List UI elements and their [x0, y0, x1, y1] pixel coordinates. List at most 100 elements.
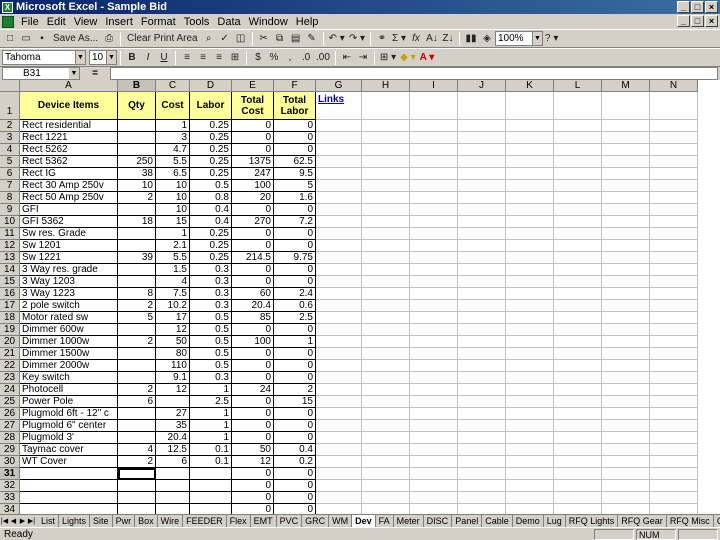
cell-f4[interactable]: 0: [274, 144, 316, 156]
empty-cell[interactable]: [316, 276, 362, 288]
cell-a10[interactable]: GFI 5362: [20, 216, 118, 228]
empty-cell[interactable]: [362, 228, 410, 240]
empty-cell[interactable]: [602, 372, 650, 384]
empty-cell[interactable]: [602, 396, 650, 408]
cell-a21[interactable]: Dimmer 1500w: [20, 348, 118, 360]
empty-cell[interactable]: [316, 468, 362, 480]
sort-descending-icon[interactable]: Z↓: [440, 31, 456, 47]
cell-c6[interactable]: 6.5: [156, 168, 190, 180]
empty-cell[interactable]: [410, 252, 458, 264]
cell-a3[interactable]: Rect 1221: [20, 132, 118, 144]
cell-d24[interactable]: 1: [190, 384, 232, 396]
cell-e31[interactable]: 0: [232, 468, 274, 480]
cell-f2[interactable]: 0: [274, 120, 316, 132]
cell-e5[interactable]: 1375: [232, 156, 274, 168]
empty-cell[interactable]: [650, 360, 698, 372]
empty-cell[interactable]: [554, 216, 602, 228]
empty-cell[interactable]: [362, 312, 410, 324]
cell-d18[interactable]: 0.5: [190, 312, 232, 324]
cell-e11[interactable]: 0: [232, 228, 274, 240]
empty-cell[interactable]: [316, 456, 362, 468]
cell-e7[interactable]: 100: [232, 180, 274, 192]
empty-cell[interactable]: [458, 240, 506, 252]
header-cell-a[interactable]: Device Items: [20, 92, 118, 120]
empty-cell[interactable]: [554, 456, 602, 468]
doc-restore-button[interactable]: □: [691, 15, 704, 27]
empty-cell[interactable]: [458, 420, 506, 432]
cell-d30[interactable]: 0.1: [190, 456, 232, 468]
cell-a11[interactable]: Sw res. Grade: [20, 228, 118, 240]
sheet-tab-rfq-misc[interactable]: RFQ Misc: [667, 515, 714, 527]
cell-a8[interactable]: Rect 50 Amp 250v: [20, 192, 118, 204]
paste-icon[interactable]: ▤: [288, 31, 304, 47]
maximize-button[interactable]: □: [691, 1, 704, 13]
sheet-tab-meter[interactable]: Meter: [394, 515, 424, 527]
empty-cell[interactable]: [602, 348, 650, 360]
menu-insert[interactable]: Insert: [101, 16, 137, 28]
empty-cell[interactable]: [602, 264, 650, 276]
column-header-c[interactable]: C: [156, 80, 190, 92]
row-header-31[interactable]: 31: [0, 468, 20, 480]
empty-cell[interactable]: [506, 168, 554, 180]
empty-cell[interactable]: [554, 384, 602, 396]
cell-b16[interactable]: 8: [118, 288, 156, 300]
menu-view[interactable]: View: [70, 16, 102, 28]
sheet-tab-rfq-gear[interactable]: RFQ Gear: [618, 515, 667, 527]
cell-a24[interactable]: Photocell: [20, 384, 118, 396]
cell-a6[interactable]: Rect IG: [20, 168, 118, 180]
cell-f10[interactable]: 7.2: [274, 216, 316, 228]
sheet-tab-site[interactable]: Site: [90, 515, 113, 527]
links-link[interactable]: Links: [318, 94, 344, 105]
cell-c31[interactable]: [156, 468, 190, 480]
empty-cell[interactable]: [362, 432, 410, 444]
sheet-tab-emt[interactable]: EMT: [251, 515, 277, 527]
empty-cell[interactable]: [602, 276, 650, 288]
empty-cell[interactable]: [650, 144, 698, 156]
underline-icon[interactable]: U: [156, 50, 172, 66]
empty-cell[interactable]: [458, 228, 506, 240]
cell-f18[interactable]: 2.5: [274, 312, 316, 324]
column-header-d[interactable]: D: [190, 80, 232, 92]
next-sheet-icon[interactable]: ▶: [18, 516, 27, 527]
hyperlink-icon[interactable]: ⚭: [374, 31, 390, 47]
formula-input[interactable]: [110, 66, 718, 80]
empty-cell[interactable]: [602, 360, 650, 372]
cell-f16[interactable]: 2.4: [274, 288, 316, 300]
cell-d6[interactable]: 0.25: [190, 168, 232, 180]
empty-cell[interactable]: [410, 468, 458, 480]
cell-c2[interactable]: 1: [156, 120, 190, 132]
empty-cell[interactable]: [362, 444, 410, 456]
cell-b20[interactable]: 2: [118, 336, 156, 348]
empty-cell[interactable]: [506, 132, 554, 144]
empty-cell[interactable]: [650, 384, 698, 396]
cell-d31[interactable]: [190, 468, 232, 480]
cell-d17[interactable]: 0.3: [190, 300, 232, 312]
increase-decimal-icon[interactable]: .0: [298, 50, 314, 66]
empty-cell[interactable]: [458, 480, 506, 492]
empty-cell[interactable]: [410, 408, 458, 420]
empty-cell[interactable]: [362, 192, 410, 204]
empty-cell[interactable]: [602, 312, 650, 324]
empty-cell[interactable]: [316, 492, 362, 504]
cell-c13[interactable]: 5.5: [156, 252, 190, 264]
empty-cell[interactable]: [410, 324, 458, 336]
row-header-34[interactable]: 34: [0, 504, 20, 514]
cell-b11[interactable]: [118, 228, 156, 240]
cell-c27[interactable]: 35: [156, 420, 190, 432]
empty-cell[interactable]: [506, 180, 554, 192]
italic-icon[interactable]: I: [140, 50, 156, 66]
cell-f31[interactable]: 0: [274, 468, 316, 480]
empty-cell[interactable]: [650, 156, 698, 168]
cell-b27[interactable]: [118, 420, 156, 432]
menu-window[interactable]: Window: [245, 16, 292, 28]
empty-cell[interactable]: [650, 324, 698, 336]
empty-cell[interactable]: [650, 492, 698, 504]
empty-cell[interactable]: [410, 444, 458, 456]
cell-b8[interactable]: 2: [118, 192, 156, 204]
empty-cell[interactable]: [554, 192, 602, 204]
empty-cell[interactable]: [602, 492, 650, 504]
empty-cell[interactable]: [554, 264, 602, 276]
empty-cell[interactable]: [506, 408, 554, 420]
empty-cell[interactable]: [362, 456, 410, 468]
menu-edit[interactable]: Edit: [43, 16, 70, 28]
